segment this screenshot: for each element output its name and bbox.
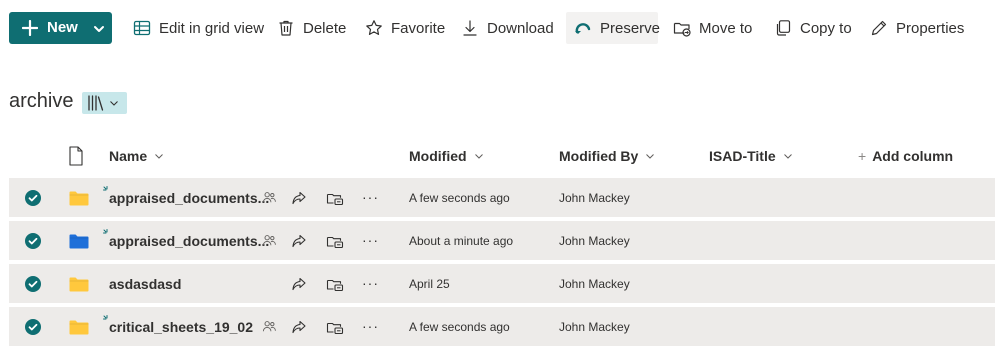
- file-name[interactable]: appraised_documents...: [109, 233, 269, 249]
- shared-people-icon: [262, 192, 276, 203]
- download-icon: [463, 20, 477, 36]
- grid-icon: [133, 20, 151, 36]
- modified-date: April 25: [409, 277, 450, 291]
- modified-by[interactable]: John Mackey: [559, 320, 630, 334]
- view-switcher[interactable]: [82, 92, 127, 114]
- library-books-icon: [88, 95, 104, 111]
- table-row[interactable]: asdasdasd ··· April 25 John Mackey: [9, 264, 995, 304]
- star-icon: [366, 20, 382, 35]
- column-header-name[interactable]: Name: [109, 148, 164, 164]
- share-icon[interactable]: [291, 319, 307, 335]
- pencil-icon: [871, 20, 887, 36]
- plus-icon: +: [858, 148, 867, 164]
- move-to-label: Move to: [699, 19, 753, 37]
- share-icon[interactable]: [291, 190, 307, 206]
- plus-icon: [22, 20, 38, 36]
- more-options-button[interactable]: ···: [362, 275, 379, 291]
- shared-people-icon: [262, 321, 276, 332]
- share-icon[interactable]: [291, 233, 307, 249]
- folder-icon: [69, 234, 89, 249]
- shared-people-icon: [262, 235, 276, 246]
- table-row[interactable]: appraised_documents... ··· A few seconds a…: [9, 178, 995, 218]
- folder-icon: [69, 191, 89, 206]
- delete-label: Delete: [303, 19, 347, 37]
- flow-icon[interactable]: [326, 276, 344, 293]
- download-label: Download: [487, 19, 554, 37]
- column-header-modified-by-label: Modified By: [559, 148, 639, 164]
- chevron-down-icon: [783, 154, 792, 159]
- command-bar: New Edit in grid view Delete Favorite Do…: [0, 0, 995, 56]
- modified-date: About a minute ago: [409, 234, 514, 248]
- column-header-modified-label: Modified: [409, 148, 467, 164]
- file-type-icon[interactable]: [68, 146, 84, 166]
- modified-by[interactable]: John Mackey: [559, 191, 630, 205]
- file-name[interactable]: asdasdasd: [109, 276, 181, 292]
- more-options-button[interactable]: ···: [362, 318, 379, 334]
- column-header-isad-title[interactable]: ISAD-Title: [709, 148, 793, 164]
- checkmark-circle-icon[interactable]: [25, 190, 41, 206]
- add-column-button[interactable]: + Add column: [858, 148, 953, 164]
- properties-label: Properties: [896, 19, 965, 37]
- more-options-button[interactable]: ···: [362, 189, 379, 205]
- trash-icon: [279, 20, 293, 36]
- edit-grid-view-button[interactable]: Edit in grid view: [133, 12, 264, 44]
- modified-date: A few seconds ago: [409, 191, 510, 205]
- add-column-label: Add column: [872, 148, 954, 164]
- flow-icon[interactable]: [326, 233, 344, 250]
- modified-date: A few seconds ago: [409, 320, 510, 334]
- column-header-modified-by[interactable]: Modified By: [559, 148, 655, 164]
- checkmark-circle-icon[interactable]: [25, 319, 41, 335]
- delete-button[interactable]: Delete: [277, 12, 346, 44]
- chevron-down-icon: [646, 154, 655, 159]
- modified-by[interactable]: John Mackey: [559, 277, 630, 291]
- preserve-label: Preserve: [600, 19, 661, 37]
- preserve-icon: [575, 23, 591, 34]
- more-options-button[interactable]: ···: [362, 232, 379, 248]
- favorite-label: Favorite: [391, 19, 446, 37]
- move-to-button[interactable]: Move to: [673, 12, 752, 44]
- new-button[interactable]: New: [9, 12, 112, 44]
- flow-icon[interactable]: [326, 319, 344, 336]
- favorite-button[interactable]: Favorite: [365, 12, 445, 44]
- copy-to-label: Copy to: [800, 19, 852, 37]
- edit-grid-view-label: Edit in grid view: [159, 19, 265, 37]
- chevron-down-icon: [155, 154, 163, 159]
- folder-icon: [69, 320, 89, 335]
- file-name[interactable]: appraised_documents...: [109, 190, 269, 206]
- table-row[interactable]: appraised_documents... ··· About a minute …: [9, 221, 995, 261]
- checkmark-circle-icon[interactable]: [25, 233, 41, 249]
- share-icon[interactable]: [291, 276, 307, 292]
- properties-button[interactable]: Properties: [870, 12, 964, 44]
- table-row[interactable]: critical_sheets_19_02 ··· A few seconds ag…: [9, 307, 995, 347]
- checkmark-circle-icon[interactable]: [25, 276, 41, 292]
- column-header-modified[interactable]: Modified: [409, 148, 484, 164]
- download-button[interactable]: Download: [461, 12, 554, 44]
- library-title: archive: [9, 90, 74, 112]
- list-header: Name Modified Modified By ISAD-Title + A…: [0, 138, 995, 174]
- copy-icon: [776, 20, 791, 36]
- flow-icon[interactable]: [326, 190, 344, 207]
- new-button-label: New: [47, 19, 78, 36]
- folder-icon: [69, 277, 89, 292]
- chevron-down-icon: [110, 101, 118, 106]
- chevron-down-icon: [94, 26, 104, 32]
- move-folder-icon: [673, 22, 691, 37]
- column-header-isad-title-label: ISAD-Title: [709, 148, 776, 164]
- column-header-name-label: Name: [109, 148, 148, 164]
- chevron-down-icon: [474, 154, 483, 159]
- preserve-button[interactable]: Preserve: [566, 12, 661, 44]
- modified-by[interactable]: John Mackey: [559, 234, 630, 248]
- file-name[interactable]: critical_sheets_19_02: [109, 319, 253, 335]
- copy-to-button[interactable]: Copy to: [774, 12, 852, 44]
